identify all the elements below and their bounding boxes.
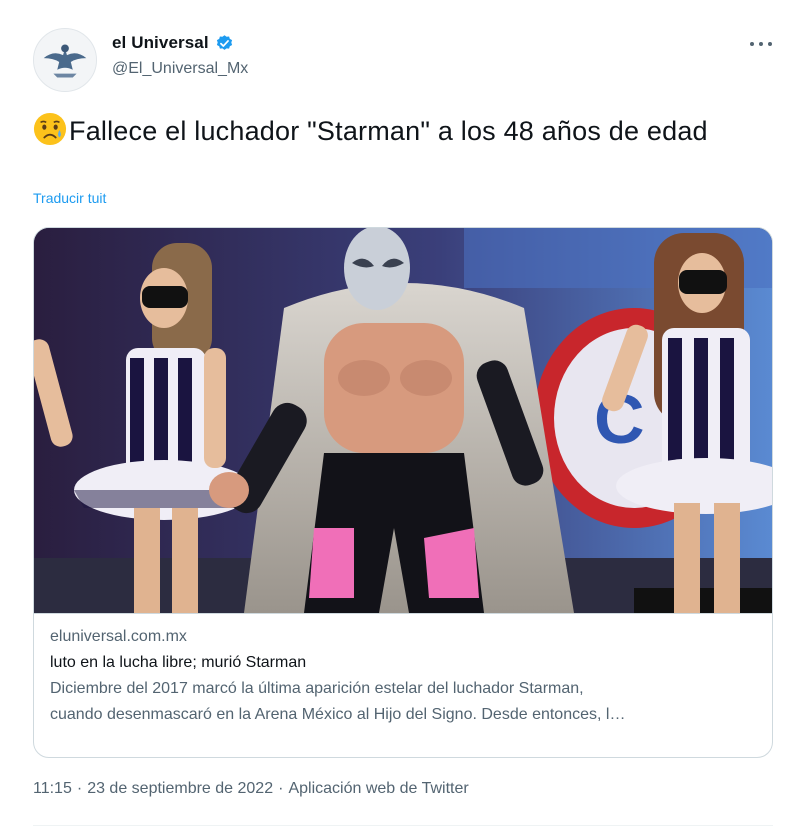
eagle-logo-icon: [34, 29, 96, 91]
author-name-row: el Universal: [112, 33, 234, 53]
tweet: el Universal @El_Universal_Mx Fallece el…: [0, 0, 800, 838]
card-description-line-1: Diciembre del 2017 marcó la última apari…: [50, 680, 584, 697]
author-handle[interactable]: @El_Universal_Mx: [112, 60, 248, 78]
tweet-date[interactable]: 23 de septiembre de 2022: [87, 780, 273, 798]
wrestler-photo: C: [34, 228, 772, 613]
tweet-text: Fallece el luchador "Starman" a los 48 a…: [33, 112, 753, 149]
tweet-body: Fallece el luchador "Starman" a los 48 a…: [69, 116, 708, 146]
meta-separator: ·: [278, 780, 284, 797]
meta-separator: ·: [76, 780, 83, 797]
display-name[interactable]: el Universal: [112, 33, 209, 53]
card-meta: eluniversal.com.mx luto en la lucha libr…: [34, 613, 772, 757]
link-card[interactable]: C eluniversal.com.mx luto en la lucha li…: [33, 227, 773, 758]
divider: [33, 825, 773, 826]
tweet-source[interactable]: Aplicación web de Twitter: [288, 780, 468, 798]
card-description-line-2: cuando desenmascaró en la Arena México a…: [50, 706, 626, 723]
tweet-meta: 11:15 · 23 de septiembre de 2022 · Aplic…: [33, 780, 469, 798]
card-title: luto en la lucha libre; murió Starman: [50, 654, 307, 671]
avatar[interactable]: [33, 28, 97, 92]
verified-badge-icon: [216, 34, 232, 50]
sad-but-relieved-face-icon: [33, 112, 67, 146]
translate-link[interactable]: Traducir tuit: [33, 190, 106, 206]
card-image[interactable]: C: [34, 228, 772, 613]
tweet-time[interactable]: 11:15: [33, 780, 72, 798]
more-options-icon[interactable]: [748, 34, 774, 54]
card-domain: eluniversal.com.mx: [50, 628, 187, 645]
